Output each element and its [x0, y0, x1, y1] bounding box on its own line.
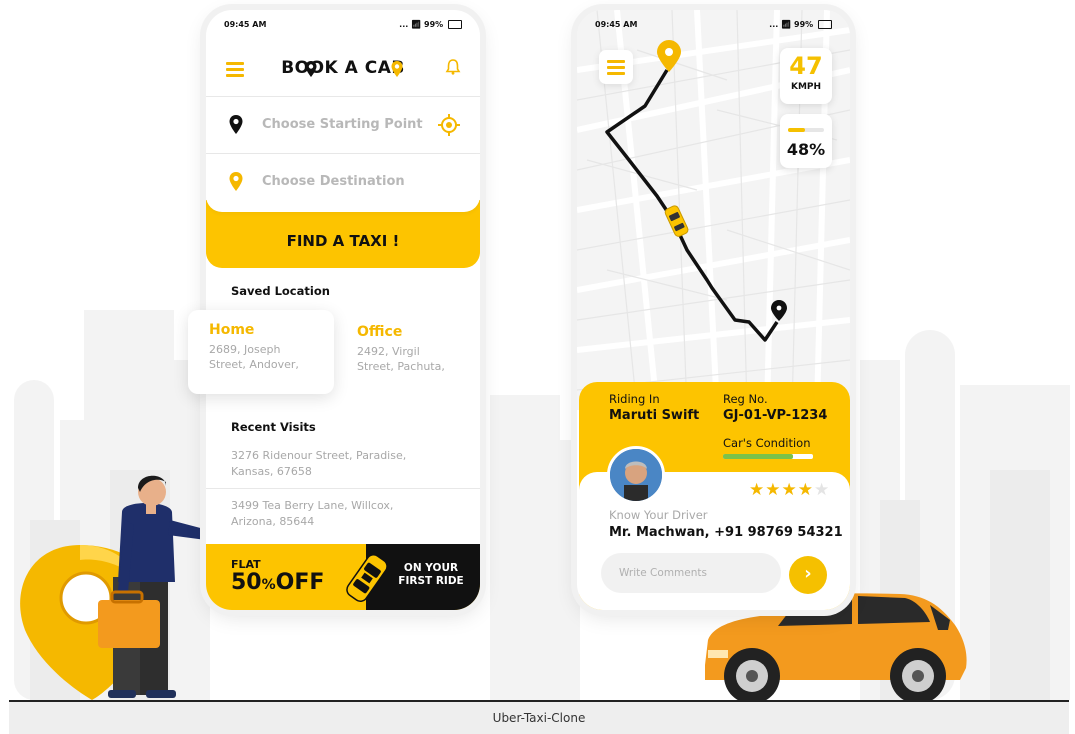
- saved-location-address: 2689, Joseph Street, Andover,: [209, 343, 299, 371]
- map-menu-button[interactable]: [599, 50, 633, 84]
- promo-discount: 50%OFF: [231, 570, 325, 595]
- reg-label: Reg No.: [723, 392, 768, 406]
- status-time: 09:45 AM: [595, 20, 638, 29]
- recent-visit-item[interactable]: 3276 Ridenour Street, Paradise, Kansas, …: [231, 448, 431, 480]
- status-icons: ... 📶︎ 99%: [769, 20, 832, 29]
- star-filled-icon: ★: [797, 480, 814, 500]
- battery-percent: 99%: [424, 20, 444, 29]
- driver-name-phone: Mr. Machwan, +91 98769 54321: [609, 525, 843, 540]
- condition-bar: [723, 454, 813, 459]
- driver-rating-stars: ★★★★★: [749, 480, 830, 500]
- saved-location-address: 2492, Virgil Street, Pachuta,: [357, 345, 445, 373]
- speed-value: 47: [789, 52, 823, 80]
- recent-visits-title: Recent Visits: [231, 420, 316, 434]
- signal-icon: ...: [399, 20, 409, 29]
- status-time: 09:45 AM: [224, 20, 267, 29]
- booking-header: BOOK A CAB: [206, 38, 480, 97]
- city-background: [14, 310, 1070, 704]
- driver-photo: [610, 449, 662, 501]
- driver-avatar[interactable]: [607, 446, 665, 504]
- saved-location-office[interactable]: Office 2492, Virgil Street, Pachuta,: [346, 318, 466, 394]
- battery-icon: [448, 20, 462, 29]
- star-empty-icon: ★: [814, 480, 831, 500]
- trip-progress-bar: [788, 128, 824, 132]
- title-pin-accent-icon: [391, 61, 403, 77]
- wifi-icon: 📶︎: [411, 20, 422, 29]
- saved-location-title: Saved Location: [231, 284, 330, 298]
- start-pin-icon: [229, 115, 243, 134]
- battery-icon: [818, 20, 832, 29]
- title-pin-icon: [305, 61, 317, 77]
- riding-in-label: Riding In: [609, 392, 660, 406]
- status-bar: 09:45 AM ... 📶︎ 99%: [224, 20, 462, 34]
- starting-point-placeholder: Choose Starting Point: [262, 117, 423, 132]
- trip-progress-card: 48%: [780, 114, 832, 168]
- saved-location-name: Office: [357, 324, 403, 340]
- ride-phone-screen: 09:45 AM ... 📶︎ 99% 47 KMPH 48% Riding I…: [577, 10, 850, 610]
- star-filled-icon: ★: [749, 480, 766, 500]
- saved-location-home[interactable]: Home 2689, Joseph Street, Andover,: [188, 310, 334, 394]
- star-filled-icon: ★: [765, 480, 782, 500]
- car-model: Maruti Swift: [609, 408, 700, 423]
- destination-field[interactable]: Choose Destination: [206, 154, 480, 212]
- locate-me-icon[interactable]: [438, 114, 460, 136]
- speed-unit: KMPH: [790, 82, 822, 92]
- taxi-icon: [346, 554, 388, 602]
- saved-location-name: Home: [209, 322, 255, 338]
- know-driver-label: Know Your Driver: [609, 508, 708, 522]
- bell-icon[interactable]: [444, 58, 462, 76]
- battery-percent: 99%: [794, 20, 814, 29]
- condition-fill: [723, 454, 794, 459]
- starting-point-field[interactable]: Choose Starting Point: [206, 97, 480, 154]
- reg-number: GJ-01-VP-1234: [723, 408, 828, 423]
- app-title: BOOK A CAB: [281, 58, 405, 78]
- send-comment-button[interactable]: ›: [789, 556, 827, 594]
- showcase-scene: 09:45 AM ... 📶︎ 99% BOOK A CAB Choose St…: [0, 0, 1075, 734]
- speed-card: 47 KMPH: [780, 48, 832, 104]
- destination-pin-icon: [229, 172, 243, 191]
- star-filled-icon: ★: [781, 480, 798, 500]
- destination-placeholder: Choose Destination: [262, 174, 405, 189]
- wifi-icon: 📶︎: [781, 20, 792, 29]
- comment-input[interactable]: [601, 553, 781, 593]
- status-icons: ... 📶︎ 99%: [399, 20, 462, 29]
- chevron-right-icon: ›: [804, 563, 812, 584]
- menu-icon: [607, 60, 625, 75]
- condition-label: Car's Condition: [723, 436, 811, 450]
- recent-visit-item[interactable]: 3499 Tea Berry Lane, Willcox, Arizona, 8…: [231, 498, 431, 530]
- caption-text: Uber-Taxi-Clone: [492, 711, 586, 725]
- status-bar: 09:45 AM ... 📶︎ 99%: [595, 20, 832, 34]
- trip-progress-fill: [788, 128, 806, 132]
- find-taxi-button[interactable]: FIND A TAXI !: [206, 232, 480, 250]
- promo-first-ride-label: ON YOUR FIRST RIDE: [398, 562, 464, 587]
- trip-progress-label: 48%: [786, 140, 826, 159]
- recent-divider: [206, 488, 480, 489]
- caption-bar: Uber-Taxi-Clone: [9, 702, 1069, 734]
- signal-icon: ...: [769, 20, 779, 29]
